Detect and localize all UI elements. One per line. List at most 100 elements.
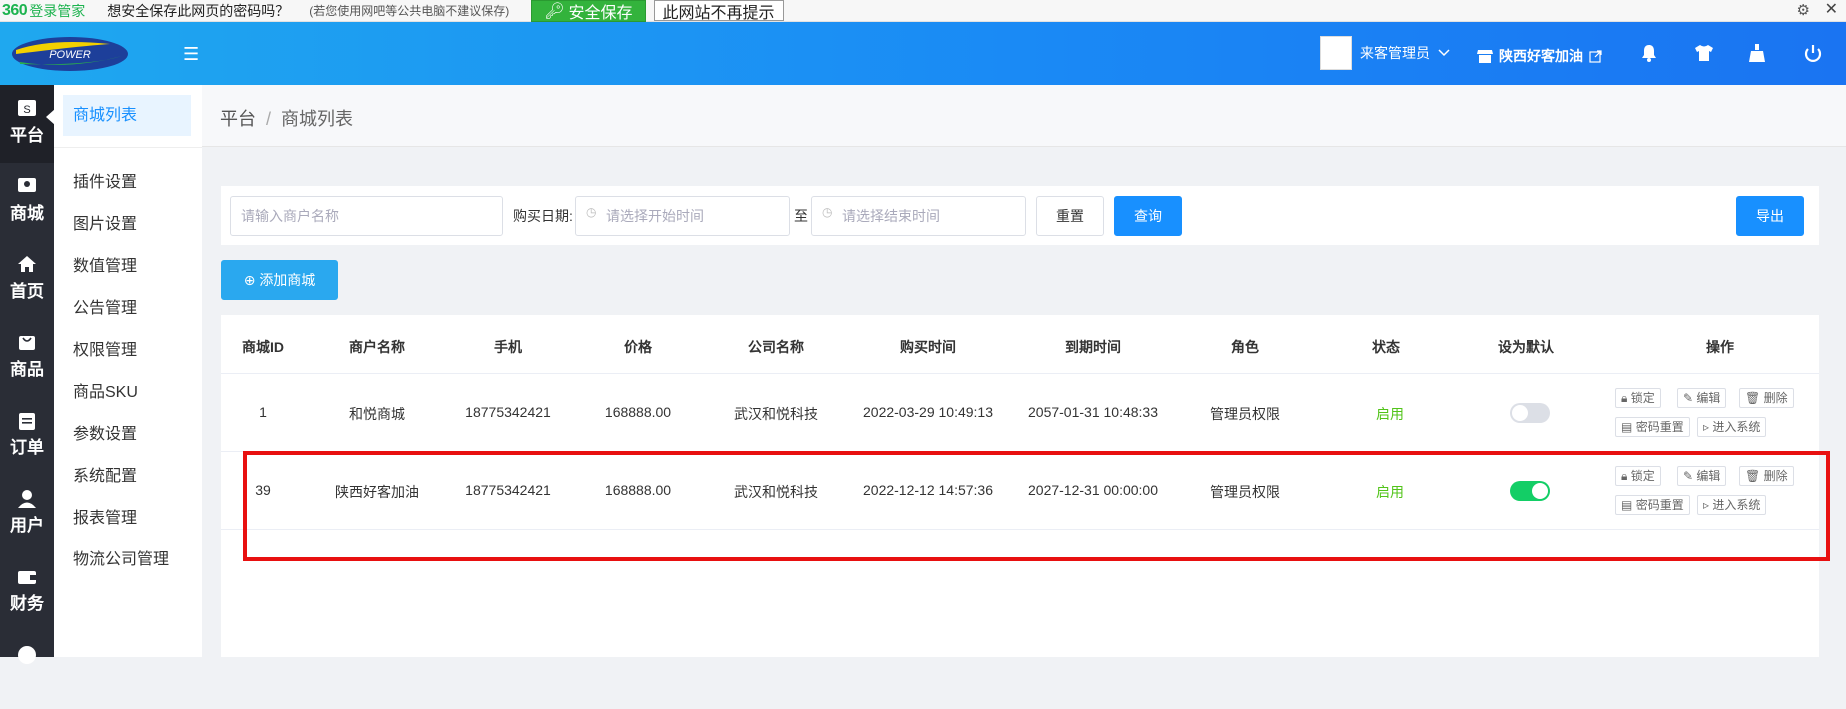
close-icon[interactable]: ✕ <box>1825 0 1838 19</box>
highlight-box <box>243 451 1830 561</box>
default-switch[interactable] <box>1510 403 1550 423</box>
save-password-question: 想安全保存此网页的密码吗？ <box>107 2 290 19</box>
col-header-role: 角色 <box>1231 339 1259 355</box>
document-icon: ▤ <box>1621 420 1633 434</box>
col-header-buy-time: 购买时间 <box>900 339 956 355</box>
password-manager-bar: 360 登录管家 想安全保存此网页的密码吗？ (若您使用网吧等公共电脑不建议保存… <box>0 0 1846 22</box>
rail-item-users[interactable]: 用户 <box>0 475 54 553</box>
col-header-price: 价格 <box>624 339 652 355</box>
col-header-id: 商城ID <box>242 339 284 355</box>
menu-toggle-icon[interactable]: ☰ <box>183 44 199 65</box>
safe-save-button[interactable]: 🔑︎ 安全保存 <box>531 0 646 22</box>
sub-item-image-settings[interactable]: 图片设置 <box>73 210 137 234</box>
bag-icon <box>17 333 37 351</box>
rail-item-finance[interactable]: 财务 <box>0 553 54 631</box>
sub-menu: 商城列表 插件设置 图片设置 数值管理 公告管理 权限管理 商品SKU 参数设置… <box>54 85 202 657</box>
mall-icon <box>17 177 37 195</box>
col-header-merchant: 商户名称 <box>349 339 405 355</box>
rail-item-orders[interactable]: 订单 <box>0 397 54 475</box>
sub-item-system-config[interactable]: 系统配置 <box>73 462 137 486</box>
clock-icon: ◷ <box>586 205 597 219</box>
divider <box>54 147 202 148</box>
sub-item-sku[interactable]: 商品SKU <box>73 378 138 402</box>
chevron-down-icon <box>1438 49 1450 57</box>
table-divider <box>221 373 1819 374</box>
to-label: 至 <box>794 208 808 224</box>
rail-item-platform[interactable]: S 平台 <box>0 85 55 163</box>
reset-button[interactable]: 重置 <box>1036 196 1104 236</box>
360-logo: 360 <box>2 1 28 19</box>
sub-item-value-management[interactable]: 数值管理 <box>73 252 137 276</box>
merchant-name-input[interactable]: 请输入商户名称 <box>230 196 503 236</box>
col-header-default: 设为默认 <box>1498 339 1554 355</box>
gear-icon[interactable]: ⚙ <box>1797 1 1810 19</box>
platform-icon: S <box>17 99 37 117</box>
clipboard-icon <box>17 411 37 430</box>
rail-item-goods[interactable]: 商品 <box>0 319 54 397</box>
shop-name: 陕西好客加油 <box>1499 48 1583 64</box>
breadcrumb-separator: / <box>266 109 272 129</box>
sub-item-report-management[interactable]: 报表管理 <box>73 504 137 528</box>
clock-icon: ◷ <box>822 205 833 219</box>
sub-item-param-settings[interactable]: 参数设置 <box>73 420 137 444</box>
trash-icon: 🗑︎ <box>1745 391 1761 405</box>
breadcrumb: 平台 / 商城列表 <box>220 105 353 131</box>
export-button[interactable]: 导出 <box>1736 196 1804 236</box>
brand-logo: POWER <box>12 37 128 71</box>
cell-company: 武汉和悦科技 <box>734 406 818 422</box>
power-icon[interactable] <box>1803 44 1823 69</box>
lock-button[interactable]: 🔒︎ 锁定 <box>1615 388 1661 408</box>
col-header-expire-time: 到期时间 <box>1065 339 1121 355</box>
wallet-icon <box>17 567 37 585</box>
end-date-placeholder: 请选择结束时间 <box>842 208 940 224</box>
start-date-input[interactable]: 请选择开始时间 <box>575 196 790 236</box>
shop-link[interactable]: 陕西好客加油 <box>1477 46 1602 66</box>
sub-item-mall-list[interactable]: 商城列表 <box>63 95 191 136</box>
home-icon <box>17 255 37 273</box>
bell-icon[interactable] <box>1640 44 1658 67</box>
public-pc-hint: (若您使用网吧等公共电脑不建议保存) <box>309 4 510 18</box>
status-badge: 启用 <box>1376 406 1404 422</box>
end-date-input[interactable]: 请选择结束时间 <box>811 196 1026 236</box>
col-header-phone: 手机 <box>494 339 522 355</box>
pie-chart-icon <box>17 645 37 664</box>
plus-circle-icon: ⊕ <box>243 272 256 288</box>
sub-item-plugin-settings[interactable]: 插件设置 <box>73 168 137 192</box>
edit-button[interactable]: ✎ 编辑 <box>1677 388 1727 408</box>
col-header-actions: 操作 <box>1706 339 1734 355</box>
reset-password-button[interactable]: ▤ 密码重置 <box>1615 417 1690 437</box>
col-header-company: 公司名称 <box>748 339 804 355</box>
sub-item-logistics-management[interactable]: 物流公司管理 <box>73 545 169 569</box>
sub-item-notice-management[interactable]: 公告管理 <box>73 294 137 318</box>
svg-text:S: S <box>23 104 30 116</box>
add-mall-button[interactable]: ⊕ 添加商城 <box>221 260 338 300</box>
cell-buy-time: 2022-03-29 10:49:13 <box>863 404 993 420</box>
rail-item-home[interactable]: 首页 <box>0 241 54 319</box>
cell-expire-time: 2057-01-31 10:48:33 <box>1028 404 1158 420</box>
sub-item-permission-management[interactable]: 权限管理 <box>73 336 137 360</box>
avatar <box>1320 36 1352 70</box>
delete-button[interactable]: 🗑︎ 删除 <box>1739 388 1794 408</box>
rail-item-stats[interactable] <box>0 631 54 709</box>
lock-icon: 🔒︎ <box>1621 391 1628 405</box>
purchase-date-label: 购买日期: <box>513 208 573 224</box>
store-icon <box>1477 49 1493 63</box>
query-button[interactable]: 查询 <box>1114 196 1182 236</box>
rail-item-mall[interactable]: 商城 <box>0 163 54 241</box>
shirt-icon[interactable] <box>1694 44 1714 67</box>
cell-id: 1 <box>259 404 267 420</box>
user-menu[interactable]: 来客管理员 <box>1320 36 1450 70</box>
svg-text:POWER: POWER <box>49 49 91 61</box>
enter-system-button[interactable]: ▹ 进入系统 <box>1697 417 1767 437</box>
never-remind-button[interactable]: 此网站不再提示 <box>653 0 784 22</box>
external-link-icon <box>1589 49 1602 63</box>
col-header-status: 状态 <box>1372 339 1400 355</box>
key-icon: 🔑︎ <box>544 2 565 20</box>
breadcrumb-current: 商城列表 <box>281 109 354 129</box>
broom-icon[interactable] <box>1748 44 1766 68</box>
breadcrumb-root[interactable]: 平台 <box>220 109 256 129</box>
user-icon <box>17 489 37 508</box>
start-date-placeholder: 请选择开始时间 <box>606 208 704 224</box>
breadcrumb-bar <box>202 85 1846 147</box>
cell-price: 168888.00 <box>604 404 672 420</box>
